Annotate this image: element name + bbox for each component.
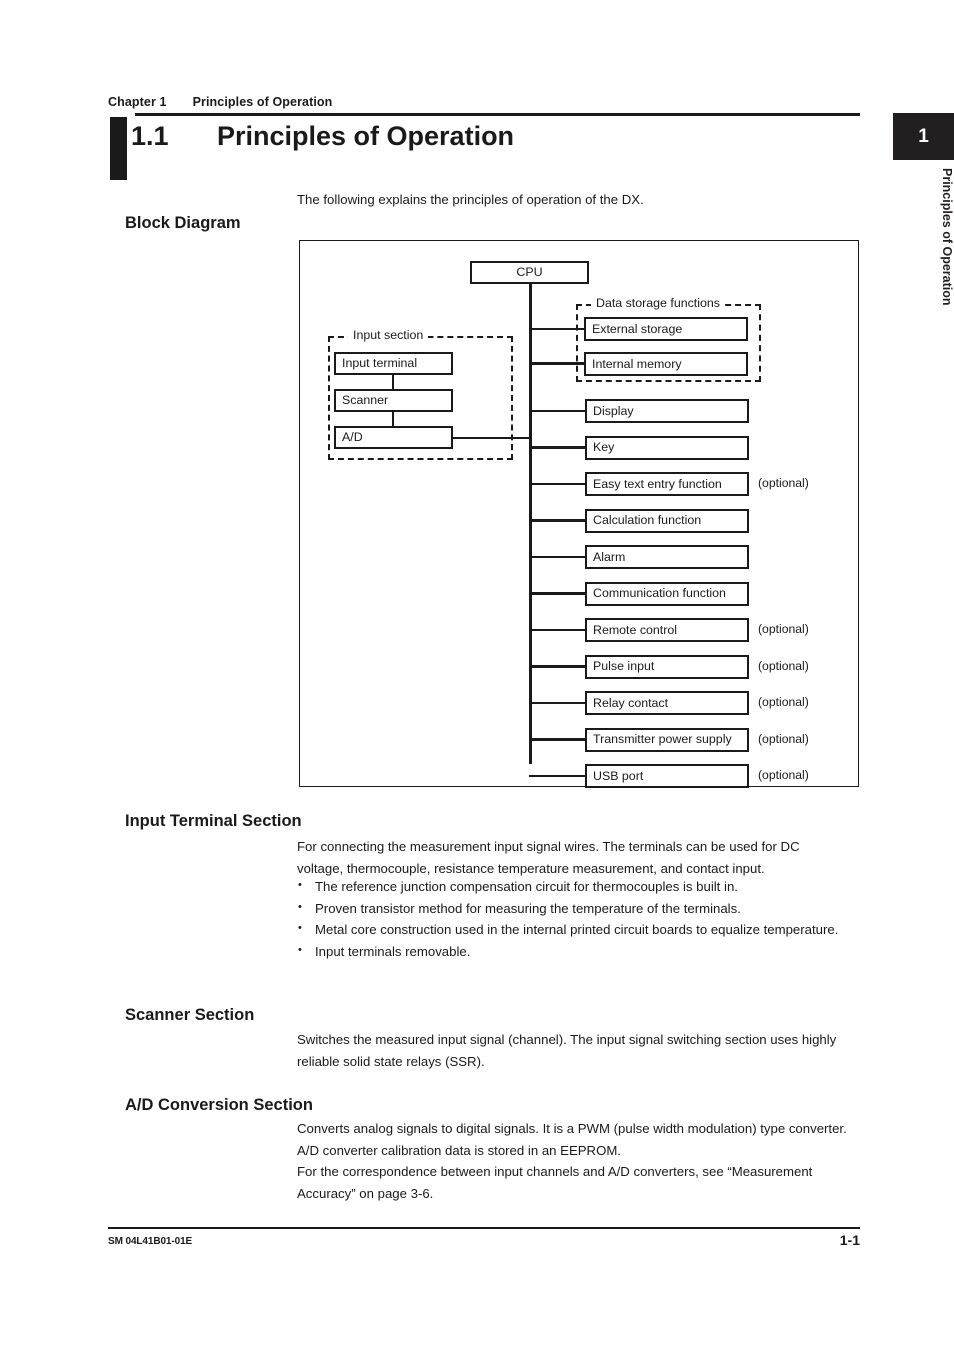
chapter-tab-vertical-label: Principles of Operation (940, 168, 954, 306)
heading-block-diagram: Block Diagram (125, 214, 241, 232)
diagram-wire-trunk-4 (529, 519, 585, 522)
chapter-tab-badge: 1 (893, 113, 954, 160)
input-terminal-paragraph: For connecting the measurement input sig… (297, 839, 800, 876)
diagram-node-scanner: Scanner (334, 389, 453, 412)
diagram-node-communication-function: Communication function (585, 581, 749, 606)
intro-paragraph: The following explains the principles of… (297, 192, 644, 207)
diagram-node-transmitter-power-supply: Transmitter power supply (585, 727, 749, 752)
diagram-wire-trunk-8 (529, 665, 585, 668)
diagram-wire-trunk-9 (529, 701, 585, 705)
diagram-wire-trunk-5 (529, 555, 585, 559)
section-number: 1.1 (131, 121, 169, 151)
diagram-node-remote-control: Remote control (585, 618, 749, 642)
block-diagram-figure: CPU Input section Input terminal Scanner… (299, 240, 859, 788)
heading-ad-conversion-section: A/D Conversion Section (125, 1096, 313, 1114)
footer-divider (108, 1227, 860, 1229)
diagram-trunk-wire (529, 284, 532, 764)
chapter-number-label: Chapter 1 (108, 95, 167, 109)
ad-conversion-paragraph-2: For the correspondence between input cha… (297, 1164, 813, 1201)
diagram-optional-note-8: (optional) (758, 658, 809, 673)
diagram-wire-trunk-internal-memory (529, 362, 586, 365)
diagram-wire-scanner-to-ad (392, 412, 394, 426)
diagram-wire-trunk-11 (529, 774, 585, 778)
header-divider (135, 113, 860, 116)
input-terminal-bullet-4: Input terminals removable. (297, 940, 849, 963)
diagram-node-alarm: Alarm (585, 545, 749, 569)
diagram-wire-trunk-7 (529, 628, 585, 632)
heading-scanner-section: Scanner Section (125, 1006, 255, 1024)
diagram-node-pulse-input: Pulse input (585, 654, 749, 679)
input-terminal-bullet-3: Metal core construction used in the inte… (297, 918, 849, 941)
section-accent-bar (110, 117, 127, 180)
input-terminal-bullet-1: The reference junction compensation circ… (297, 875, 849, 898)
chapter-tab-number: 1 (918, 126, 929, 147)
chapter-breadcrumb: Chapter 1 Principles of Operation (108, 95, 332, 109)
input-terminal-bullet-2: Proven transistor method for measuring t… (297, 897, 849, 920)
diagram-optional-note-3: (optional) (758, 476, 809, 490)
chapter-title-label: Principles of Operation (192, 95, 333, 109)
diagram-wire-trunk-10 (529, 738, 585, 741)
diagram-node-usb-port: USB port (585, 764, 749, 788)
diagram-node-input-terminal: Input terminal (334, 352, 453, 375)
heading-input-terminal-section: Input Terminal Section (125, 812, 302, 830)
scanner-paragraph: Switches the measured input signal (chan… (297, 1032, 837, 1069)
diagram-optional-note-10: (optional) (758, 731, 809, 746)
diagram-node-ad: A/D (334, 426, 453, 449)
diagram-node-calculation-function: Calculation function (585, 508, 749, 533)
diagram-node-cpu: CPU (470, 261, 589, 284)
footer-document-code: SM 04L41B01-01E (108, 1236, 193, 1247)
footer-page-number: 1-1 (839, 1232, 860, 1248)
diagram-node-internal-memory: Internal memory (584, 352, 748, 376)
diagram-wire-ad-to-trunk (453, 437, 531, 439)
diagram-optional-note-11: (optional) (758, 768, 809, 782)
diagram-node-external-storage: External storage (584, 317, 748, 341)
diagram-node-key: Key (585, 435, 749, 460)
page-title: 1.1 Principles of Operation (131, 121, 831, 152)
diagram-wire-trunk-1 (529, 409, 585, 413)
diagram-group-label-input-section: Input section (348, 329, 429, 341)
input-terminal-bullet-list: The reference junction compensation circ… (297, 875, 849, 963)
diagram-optional-note-7: (optional) (758, 622, 809, 636)
section-title-text: Principles of Operation (217, 121, 515, 151)
diagram-node-easy-text-entry-function: Easy text entry function (585, 472, 749, 496)
diagram-group-label-data-storage: Data storage functions (591, 297, 725, 309)
diagram-wire-trunk-external-storage (529, 328, 586, 330)
diagram-wire-trunk-2 (529, 446, 585, 449)
diagram-wire-trunk-3 (529, 482, 585, 486)
diagram-wire-trunk-6 (529, 592, 585, 595)
diagram-node-display: Display (585, 399, 749, 423)
diagram-optional-note-9: (optional) (758, 695, 809, 709)
diagram-wire-input-to-scanner (392, 375, 394, 389)
diagram-node-relay-contact: Relay contact (585, 691, 749, 715)
ad-conversion-paragraph-1: Converts analog signals to digital signa… (297, 1121, 847, 1158)
